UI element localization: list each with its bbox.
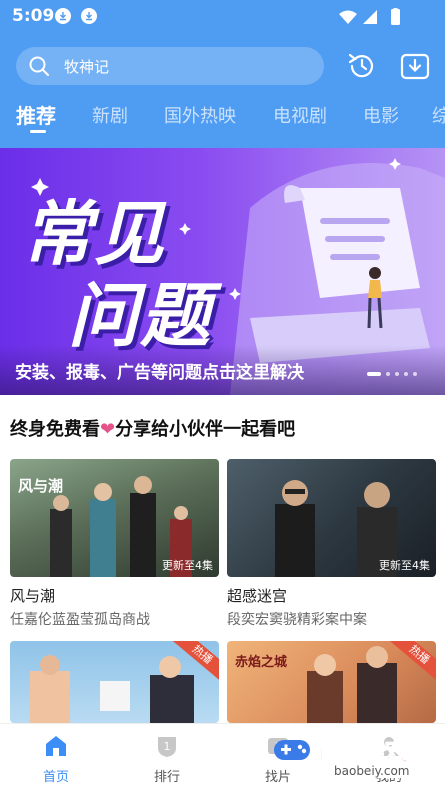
video-poster: 赤焰之城 热播 xyxy=(227,641,436,723)
category-tabs: 推荐 新剧 国外热映 电视剧 电影 综 xyxy=(0,96,445,144)
watermark-logo: 宝贝游戏网 baobeiy.com xyxy=(270,730,445,786)
video-card[interactable]: 风与潮 更新至4集 风与潮 任嘉伦蓝盈莹孤岛商战 xyxy=(10,459,219,628)
heart-icon: ❤ xyxy=(100,419,116,440)
download-notification-icon xyxy=(55,8,71,24)
video-card[interactable]: 赤焰之城 热播 xyxy=(227,641,436,723)
video-card[interactable]: 更新至4集 超感迷宫 段奕宏窦骁精彩案中案 xyxy=(227,459,436,628)
banner-caption: 安装、报毒、广告等问题点击这里解决 xyxy=(15,363,304,383)
poster-title: 风与潮 xyxy=(18,477,64,495)
home-icon xyxy=(46,736,66,756)
video-title: 超感迷宫 xyxy=(227,587,288,605)
search-icon xyxy=(29,56,49,76)
search-bar[interactable]: 牧神记 xyxy=(16,47,324,85)
video-poster: 更新至4集 xyxy=(227,459,436,577)
video-poster: 风与潮 更新至4集 xyxy=(10,459,219,577)
video-card[interactable]: 热播 xyxy=(10,641,219,723)
status-bar: 5:09 xyxy=(0,0,445,32)
tab-movie[interactable]: 电影 xyxy=(363,102,399,128)
download-icon[interactable] xyxy=(399,50,431,82)
search-placeholder: 牧神记 xyxy=(64,58,110,76)
gamepad-icon xyxy=(274,740,310,760)
banner-carousel[interactable]: 常见 问题 安装、报毒、广告等问题点击这里解决 xyxy=(0,148,445,395)
nav-rank-label: 排行 xyxy=(153,770,180,785)
carousel-dots xyxy=(362,361,417,380)
tab-recommend[interactable]: 推荐 xyxy=(16,100,56,129)
episode-badge: 更新至4集 xyxy=(379,559,430,572)
tab-tv-series[interactable]: 电视剧 xyxy=(273,102,327,128)
nav-rank[interactable]: 1 排行 xyxy=(132,734,202,785)
video-poster: 热播 xyxy=(10,641,219,723)
system-icons xyxy=(339,8,400,25)
download-notification-icon xyxy=(81,8,97,24)
section-title: 终身免费看❤分享给小伙伴一起看吧 xyxy=(10,415,295,441)
carousel-dot[interactable] xyxy=(367,372,381,376)
tab-new-drama[interactable]: 新剧 xyxy=(92,102,128,128)
tab-foreign-hot[interactable]: 国外热映 xyxy=(164,102,236,128)
carousel-dot[interactable] xyxy=(395,372,399,376)
nav-home[interactable]: 首页 xyxy=(21,734,91,785)
episode-badge: 更新至4集 xyxy=(162,559,213,572)
nav-home-label: 首页 xyxy=(42,770,69,785)
history-icon[interactable] xyxy=(346,50,378,82)
tab-variety[interactable]: 综 xyxy=(432,102,445,128)
tab-indicator xyxy=(30,130,46,133)
section-title-part2: 分享给小伙伴一起看吧 xyxy=(115,419,296,440)
carousel-dot[interactable] xyxy=(404,372,408,376)
rank-icon: 1 xyxy=(158,737,176,757)
carousel-dot[interactable] xyxy=(413,372,417,376)
watermark-text: 宝贝游戏网 xyxy=(310,738,435,767)
section-title-part1: 终身免费看 xyxy=(10,419,100,440)
status-time: 5:09 xyxy=(12,6,55,26)
video-description: 任嘉伦蓝盈莹孤岛商战 xyxy=(10,612,150,628)
svg-text:1: 1 xyxy=(164,740,171,753)
carousel-dot[interactable] xyxy=(386,372,390,376)
watermark-url: baobeiy.com xyxy=(332,764,412,778)
video-title: 风与潮 xyxy=(10,587,56,605)
poster-title: 赤焰之城 xyxy=(235,655,288,670)
video-description: 段奕宏窦骁精彩案中案 xyxy=(227,612,367,628)
